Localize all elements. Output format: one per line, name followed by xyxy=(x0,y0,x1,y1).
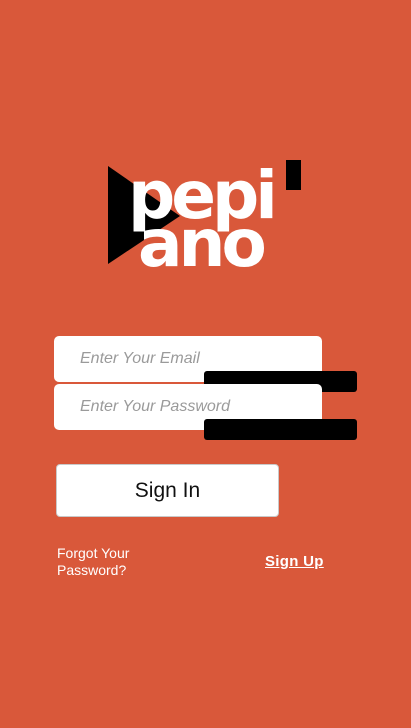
redaction-bar xyxy=(204,419,357,440)
pepiano-logo: pepi ano xyxy=(108,158,301,270)
sign-in-button[interactable]: Sign In xyxy=(56,464,279,517)
logo-wordmark: pepi ano xyxy=(128,158,278,270)
login-screen: pepi ano Sign In Forgot Your Password? S… xyxy=(0,0,411,728)
forgot-password-link[interactable]: Forgot Your Password? xyxy=(57,545,167,579)
logo-text-bottom: ano xyxy=(138,205,265,270)
sign-up-link[interactable]: Sign Up xyxy=(265,553,324,570)
